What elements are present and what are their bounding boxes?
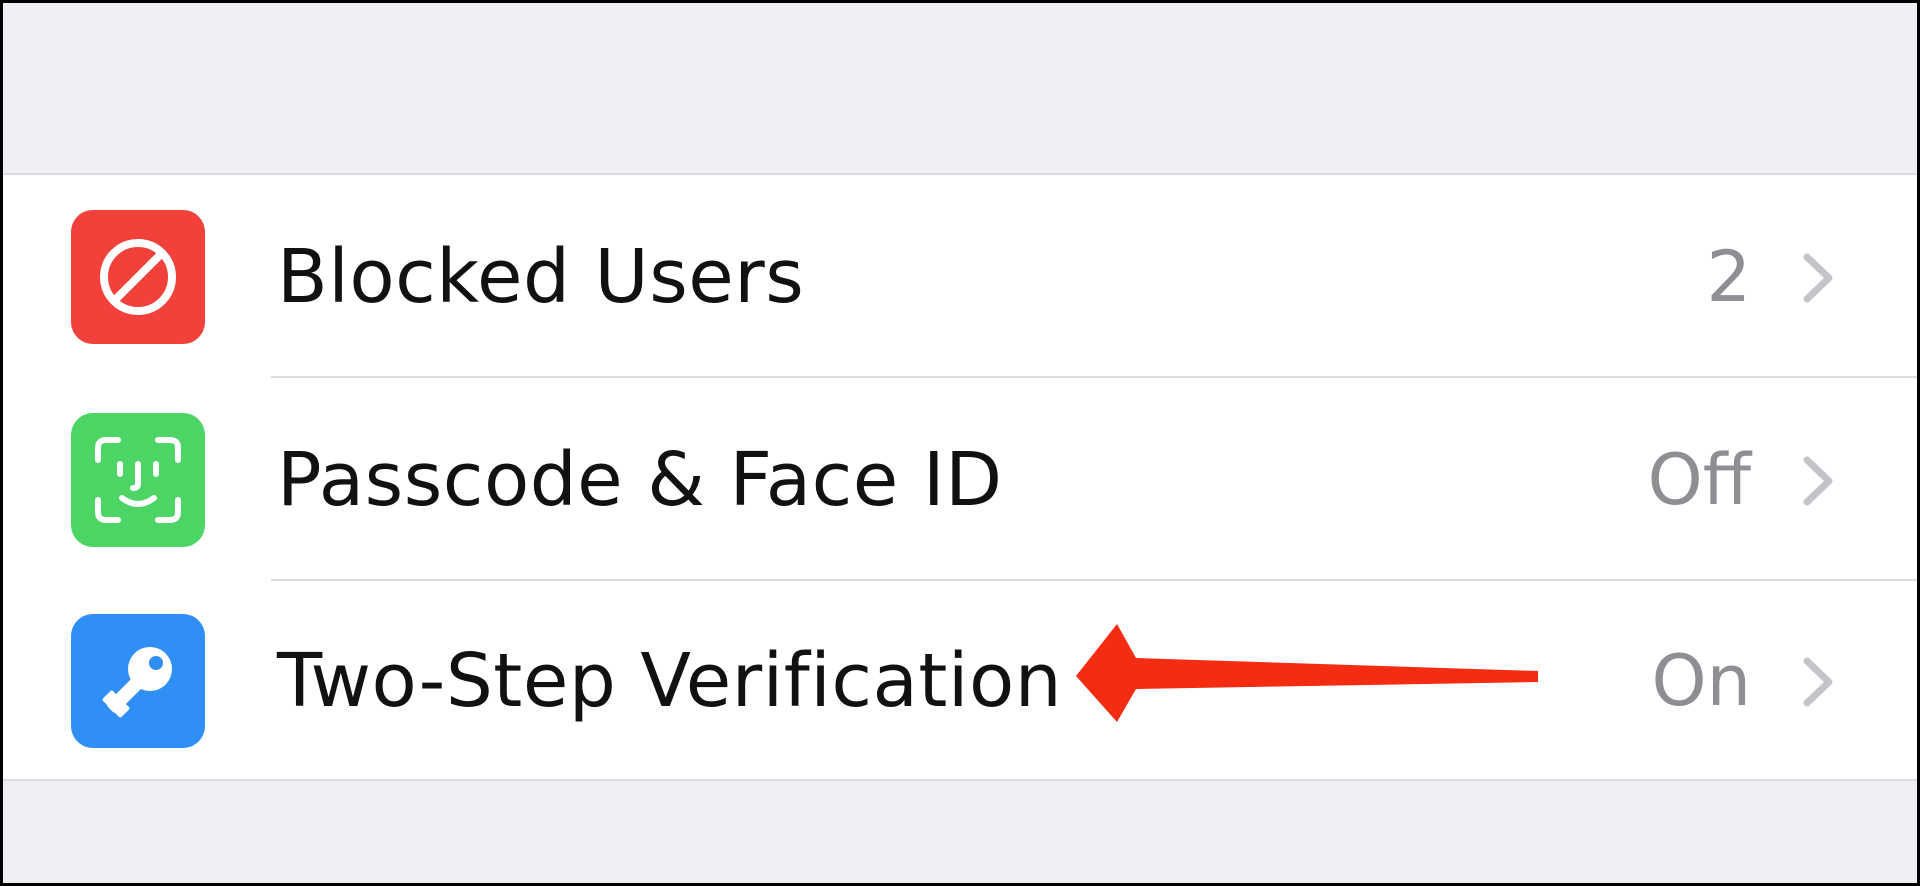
settings-row-value: Off xyxy=(1647,439,1751,521)
settings-row-blocked-users[interactable]: Blocked Users 2 xyxy=(3,177,1917,377)
chevron-right-icon xyxy=(1803,456,1833,506)
chevron-right-icon xyxy=(1803,253,1833,303)
screenshot-frame: Blocked Users 2 Passcode & Face ID Off T… xyxy=(0,0,1920,886)
blocked-icon xyxy=(100,239,176,315)
face-id-icon xyxy=(95,437,181,523)
settings-row-two-step-verification[interactable]: Two-Step Verification On xyxy=(3,581,1917,781)
two-step-icon-tile xyxy=(71,614,205,748)
settings-row-value: On xyxy=(1651,640,1751,722)
blocked-users-icon-tile xyxy=(71,210,205,344)
key-icon xyxy=(102,647,172,718)
row-separator xyxy=(271,376,1917,378)
settings-group: Blocked Users 2 Passcode & Face ID Off T… xyxy=(3,173,1917,781)
settings-row-passcode-face-id[interactable]: Passcode & Face ID Off xyxy=(3,380,1917,580)
settings-row-label: Passcode & Face ID xyxy=(277,437,1003,523)
settings-row-value: 2 xyxy=(1706,236,1751,318)
chevron-right-icon xyxy=(1803,657,1833,707)
passcode-icon-tile xyxy=(71,413,205,547)
settings-row-label: Blocked Users xyxy=(277,234,805,320)
settings-row-label: Two-Step Verification xyxy=(277,638,1063,724)
